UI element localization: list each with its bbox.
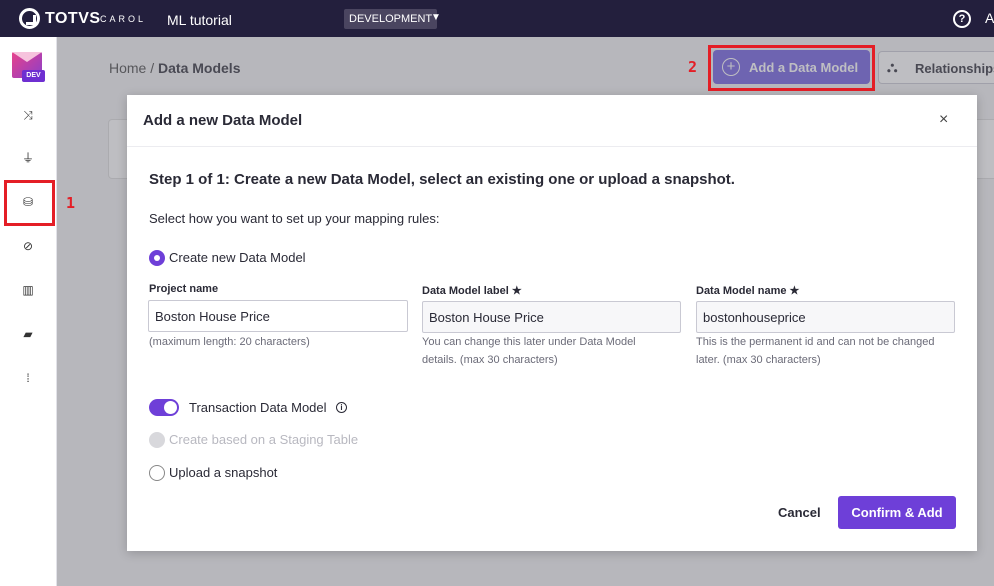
data-model-name-help-line-1: This is the permanent id and can not be … [696,336,935,348]
data-model-name-input[interactable] [696,301,955,333]
data-model-label-help-line-1: You can change this later under Data Mod… [422,336,636,348]
step-title: Step 1 of 1: Create a new Data Model, se… [149,171,735,188]
option-upload-snapshot-label: Upload a snapshot [169,465,278,480]
setup-instruction: Select how you want to set up your mappi… [149,211,440,226]
option-staging-table-label: Create based on a Staging Table [169,432,359,447]
close-icon[interactable]: × [939,111,948,129]
connections-icon[interactable]: ⤨ [18,105,38,125]
project-name-input[interactable] [148,300,408,332]
cancel-button[interactable]: Cancel [778,505,821,520]
dialog-header: Add a new Data Model × [127,95,977,147]
option-create-new-label: Create new Data Model [169,250,306,265]
chevron-down-icon[interactable]: ▼ [431,12,441,23]
transaction-data-model-toggle[interactable] [149,399,179,416]
add-data-model-dialog: Add a new Data Model × Step 1 of 1: Crea… [127,95,977,551]
app-title: ML tutorial [167,12,232,28]
environment-selector[interactable]: DEVELOPMENT [344,9,438,29]
chat-icon[interactable]: ▰ [18,324,38,344]
transaction-data-model-label: Transaction Data Model [189,400,327,415]
project-name-help: (maximum length: 20 characters) [149,336,310,348]
totvs-logo-icon [19,8,40,29]
logo-text: TOTVS [45,10,101,27]
dialog-title: Add a new Data Model [143,112,303,129]
data-model-label-label: Data Model label ★ [422,285,522,297]
grid-settings-icon[interactable]: ⁞ [18,368,38,388]
data-model-name-label: Data Model name ★ [696,285,800,297]
annotation-number-2: 2 [688,58,698,76]
highlight-box-1 [4,180,55,226]
annotation-number-1: 1 [66,194,76,212]
info-icon[interactable]: i [336,402,347,413]
project-name-label: Project name [149,283,219,295]
user-avatar[interactable]: A [985,10,994,26]
help-icon[interactable]: ? [953,10,971,28]
chart-icon[interactable]: ▥ [18,280,38,300]
confirm-add-button[interactable]: Confirm & Add [838,496,956,529]
data-model-label-input[interactable] [422,301,681,333]
dev-badge: DEV [22,70,45,82]
radio-staging-table [149,432,165,448]
sidebar: DEV ⤨ ⏚ ⛁ ⊘ ▥ ▰ ⁞ [0,37,57,586]
data-model-name-help-line-2: later. (max 30 characters) [696,354,821,366]
data-model-label-help-line-2: details. (max 30 characters) [422,354,558,366]
radio-upload-snapshot[interactable] [149,465,165,481]
logo-subtext: CAROL [100,14,147,24]
highlight-box-2 [708,45,875,91]
top-bar: TOTVS CAROL ML tutorial DEVELOPMENT ▼ ? … [0,0,994,37]
radio-create-new[interactable] [149,250,165,266]
plug-icon[interactable]: ⏚ [18,148,38,168]
compass-icon[interactable]: ⊘ [18,236,38,256]
